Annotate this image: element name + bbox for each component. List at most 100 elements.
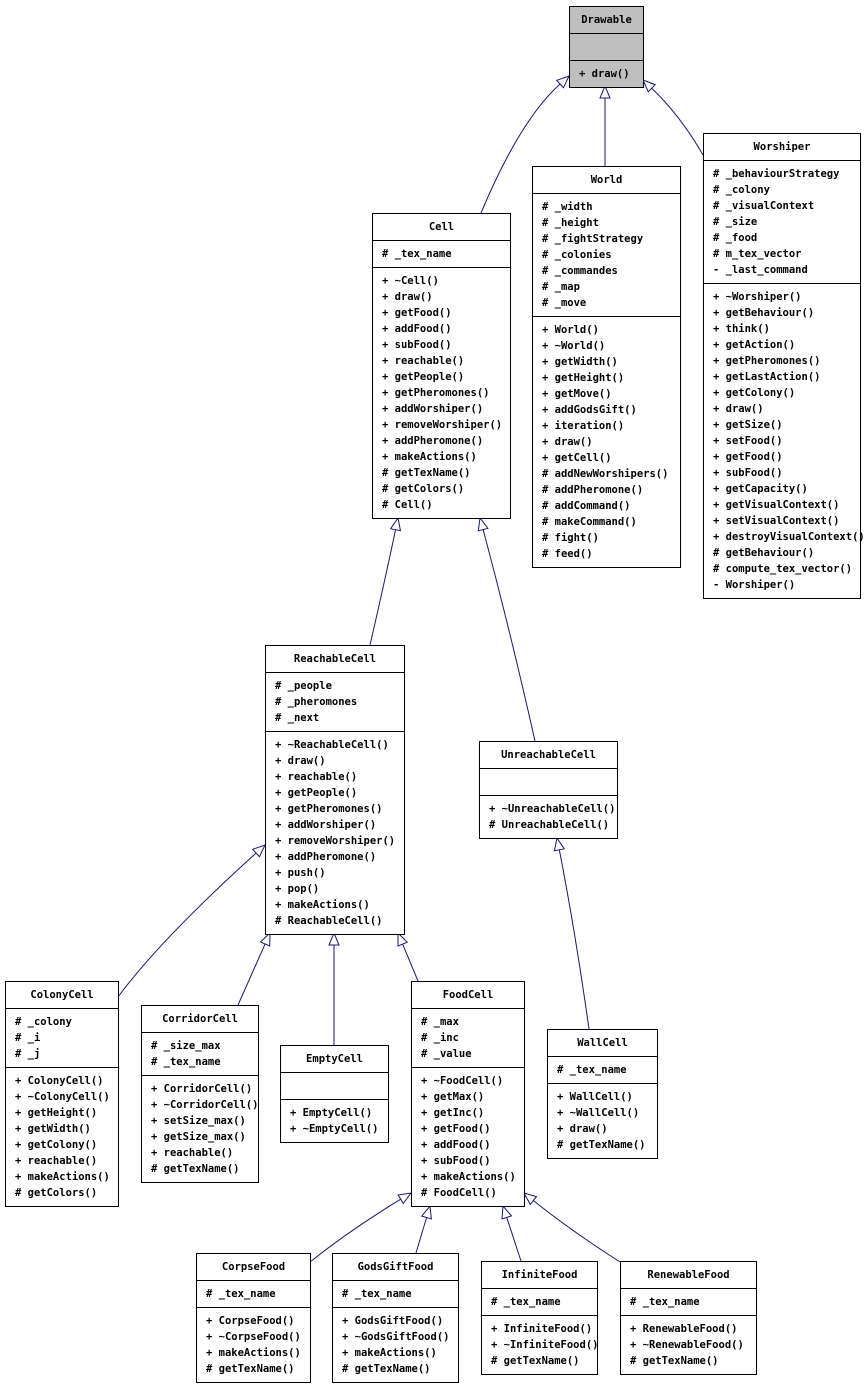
method: + getWidth() — [542, 356, 618, 368]
class-methods: + CorpseFood() + ~CorpseFood() + makeActio… — [197, 1308, 310, 1382]
class-name: CorpseFood — [197, 1254, 310, 1281]
class-box-worshiper[interactable]: Worshiper # _behaviourStrategy # _colony # … — [703, 133, 865, 599]
method: + draw() — [382, 291, 433, 303]
class-name: Cell — [373, 214, 510, 241]
class-name: GodsGiftFood — [333, 1254, 458, 1281]
method: # getColors() — [15, 1187, 98, 1199]
class-attributes: # _max # _inc # _value — [412, 1009, 524, 1068]
class-name: Drawable — [570, 7, 643, 34]
method: + getFood() — [713, 451, 783, 463]
method: # Cell() — [382, 499, 433, 511]
class-box-unreachable-cell[interactable]: UnreachableCell + ~UnreachableCell() # Unr… — [479, 741, 618, 839]
method: # getBehaviour() — [713, 547, 815, 559]
method: + draw() — [542, 436, 593, 448]
method: + think() — [713, 323, 770, 335]
class-attributes: # _people # _pheromones # _next — [266, 673, 404, 732]
class-name: ColonyCell — [6, 982, 118, 1009]
inheritance-infinite-food-to-food-cell — [501, 1204, 522, 1262]
inheritance-world-to-drawable — [599, 84, 611, 166]
attribute: # m_tex_vector — [713, 248, 802, 260]
method: + makeActions() — [206, 1347, 301, 1359]
inheritance-line — [482, 529, 536, 742]
method: + CorpseFood() — [206, 1315, 295, 1327]
hollow-triangle-arrowhead-icon — [389, 516, 402, 532]
method: + makeActions() — [382, 451, 477, 463]
method: + makeActions() — [342, 1347, 437, 1359]
class-box-renewable-food[interactable]: RenewableFood # _tex_name + RenewableFood(… — [620, 1261, 757, 1375]
class-box-colony-cell[interactable]: ColonyCell # _colony # _i # _j + ColonyCell(… — [5, 981, 119, 1207]
method: # getTexName() — [491, 1355, 580, 1367]
method: + getCapacity() — [713, 483, 808, 495]
class-attributes: # _tex_name — [621, 1289, 756, 1316]
class-methods: + ColonyCell() + ~ColonyCell() + getHeight… — [6, 1068, 118, 1206]
method: # addCommand() — [542, 500, 631, 512]
attribute: # _visualContext — [713, 200, 815, 212]
method: + setFood() — [713, 435, 783, 447]
method: + reachable() — [382, 355, 465, 367]
class-attributes: # _tex_name — [197, 1281, 310, 1308]
method: # feed() — [542, 548, 593, 560]
attribute: # _tex_name — [342, 1288, 412, 1300]
attribute: # _tex_name — [557, 1064, 627, 1076]
class-methods: + WallCell() + ~WallCell() + draw() # getTe… — [548, 1084, 657, 1158]
class-name: InfiniteFood — [482, 1262, 597, 1289]
class-box-infinite-food[interactable]: InfiniteFood # _tex_name + InfiniteFood() +… — [481, 1261, 598, 1375]
inheritance-line — [533, 1200, 621, 1263]
method: + getLastAction() — [713, 371, 821, 383]
method: + InfiniteFood() — [491, 1323, 593, 1335]
method: + push() — [275, 867, 326, 879]
method: + ColonyCell() — [15, 1075, 104, 1087]
method: # getTexName() — [151, 1163, 240, 1175]
class-methods: + InfiniteFood() + ~InfiniteFood() # getTe… — [482, 1316, 598, 1374]
class-box-world[interactable]: World # _width # _height # _fightStrategy # … — [532, 166, 681, 568]
inheritance-worshiper-to-drawable — [642, 79, 704, 156]
inheritance-renewable-food-to-food-cell — [522, 1192, 621, 1263]
class-attributes: # _tex_name — [548, 1057, 657, 1084]
method: + ~ColonyCell() — [15, 1091, 110, 1103]
attribute: # _size_max — [151, 1040, 221, 1052]
class-attributes: # _width # _height # _fightStrategy # _colo… — [533, 194, 680, 317]
class-box-empty-cell[interactable]: EmptyCell + EmptyCell() + ~EmptyCell() — [280, 1045, 389, 1143]
inheritance-line — [402, 943, 419, 982]
method: + draw() — [713, 403, 764, 415]
method: + getSize() — [713, 419, 783, 431]
class-attributes: # _tex_name — [373, 241, 510, 268]
inheritance-line — [558, 849, 590, 1030]
method: + addPheromone() — [382, 435, 484, 447]
class-box-reachable-cell[interactable]: ReachableCell # _people # _pheromones # _ne… — [265, 645, 405, 935]
method: + subFood() — [421, 1155, 491, 1167]
attribute: # _behaviourStrategy — [713, 168, 840, 180]
class-box-drawable[interactable]: Drawable + draw() — [569, 6, 644, 88]
class-attributes: # _tex_name — [482, 1289, 597, 1316]
inheritance-line — [651, 87, 704, 156]
method: + draw() — [275, 755, 326, 767]
inheritance-corpse-food-to-food-cell — [309, 1192, 413, 1263]
method: # getTexName() — [557, 1139, 646, 1151]
method: + makeActions() — [15, 1171, 110, 1183]
attribute: - _last_command — [713, 264, 808, 276]
method: + getPeople() — [382, 371, 465, 383]
class-box-wall-cell[interactable]: WallCell # _tex_name + WallCell() + ~WallCe… — [547, 1029, 658, 1159]
attribute: # _move — [542, 297, 587, 309]
method: + removeWorshiper() — [275, 835, 396, 847]
class-name: EmptyCell — [281, 1046, 388, 1073]
class-box-corpse-food[interactable]: CorpseFood # _tex_name + CorpseFood() + ~Co… — [196, 1253, 311, 1383]
class-box-food-cell[interactable]: FoodCell # _max # _inc # _value + ~FoodCell(… — [411, 981, 525, 1207]
attribute: # _colonies — [542, 249, 612, 261]
hollow-triangle-arrowhead-icon — [397, 1192, 413, 1205]
method: + setVisualContext() — [713, 515, 840, 527]
hollow-triangle-arrowhead-icon — [477, 516, 489, 532]
class-attributes — [570, 34, 643, 61]
class-box-corridor-cell[interactable]: CorridorCell # _size_max # _tex_name + Corr… — [141, 1005, 259, 1183]
class-box-gods-gift-food[interactable]: GodsGiftFood # _tex_name + GodsGiftFood() +… — [332, 1253, 459, 1383]
method: # addNewWorshipers() — [542, 468, 669, 480]
method: # getTexName() — [382, 467, 471, 479]
method: + getMove() — [542, 388, 612, 400]
class-box-cell[interactable]: Cell # _tex_name + ~Cell() + draw() + getFoo… — [372, 213, 511, 519]
method: + makeActions() — [275, 899, 370, 911]
method: + iteration() — [542, 420, 625, 432]
method: + addWorshiper() — [382, 403, 484, 415]
class-methods: + RenewableFood() + ~RenewableFood() # get… — [621, 1316, 756, 1374]
inheritance-unreachable-cell-to-cell — [477, 516, 536, 742]
method: # getTexName() — [206, 1363, 295, 1375]
